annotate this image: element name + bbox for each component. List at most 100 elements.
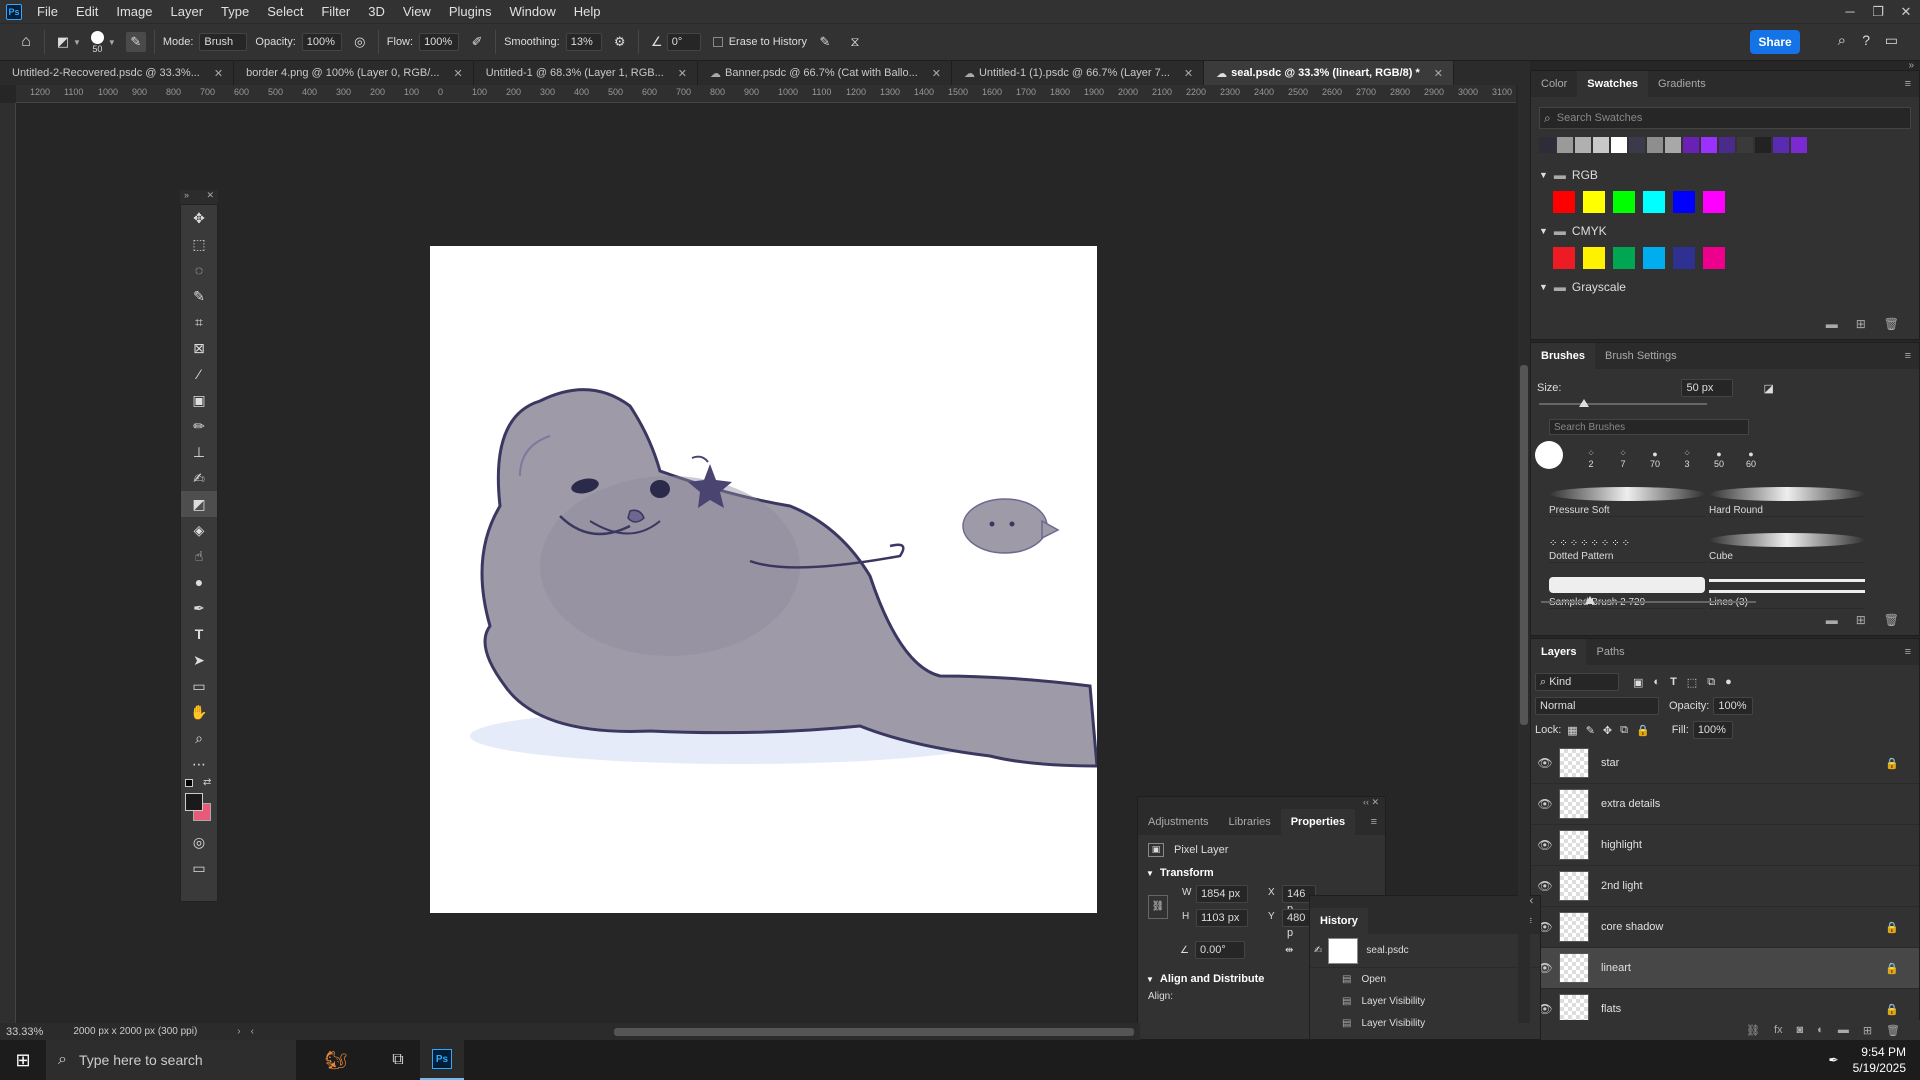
- new-layer-icon[interactable]: ⊞: [1863, 1024, 1872, 1037]
- swatch[interactable]: [1703, 191, 1725, 213]
- eraser-tool-icon[interactable]: ◩: [53, 32, 73, 52]
- filter-type-icon[interactable]: T: [1670, 676, 1677, 688]
- swap-colors-icon[interactable]: ⇄: [203, 777, 211, 788]
- recent-brush[interactable]: ⁘ 7: [1609, 448, 1637, 469]
- zoom-tool-icon[interactable]: ⌕: [181, 725, 217, 751]
- filter-kind-select[interactable]: ⌕ Kind: [1535, 673, 1619, 691]
- move-tool-icon[interactable]: ✥: [181, 205, 217, 231]
- tab-color[interactable]: Color: [1531, 71, 1577, 97]
- gear-icon[interactable]: ⚙: [610, 32, 630, 52]
- menu-3d[interactable]: 3D: [359, 0, 394, 23]
- marquee-tool-icon[interactable]: ⬚: [181, 231, 217, 257]
- tab-libraries[interactable]: Libraries: [1219, 809, 1281, 835]
- filter-smart-object-icon[interactable]: ⧉: [1707, 676, 1715, 689]
- mode-select[interactable]: Brush: [199, 33, 248, 51]
- brush-item[interactable]: Pressure Soft: [1549, 473, 1705, 517]
- dodge-tool-icon[interactable]: ●: [181, 569, 217, 595]
- tab-properties[interactable]: Properties: [1280, 809, 1356, 835]
- swatch[interactable]: [1647, 137, 1663, 153]
- menu-image[interactable]: Image: [107, 0, 161, 23]
- type-tool-icon[interactable]: T: [181, 621, 217, 647]
- recent-brush[interactable]: ● 70: [1641, 449, 1669, 469]
- trash-icon[interactable]: 🗑: [1884, 613, 1899, 627]
- new-group-icon[interactable]: ▬: [1838, 1024, 1849, 1036]
- swatch[interactable]: [1791, 137, 1807, 153]
- eyedropper-tool-icon[interactable]: ⁄: [181, 361, 217, 387]
- new-group-icon[interactable]: ▬: [1826, 317, 1838, 331]
- new-swatch-icon[interactable]: ⊞: [1856, 317, 1866, 331]
- pressure-opacity-icon[interactable]: ◎: [350, 32, 370, 52]
- pressure-size-icon[interactable]: ✎: [815, 32, 835, 52]
- swatch[interactable]: [1643, 191, 1665, 213]
- menu-edit[interactable]: Edit: [67, 0, 107, 23]
- layer-row[interactable]: 👁 star 🔒: [1531, 743, 1919, 784]
- filter-adjustment-icon[interactable]: ◐: [1653, 676, 1660, 688]
- lock-transparent-icon[interactable]: ▦: [1567, 724, 1577, 737]
- tab-brush-settings[interactable]: Brush Settings: [1595, 343, 1687, 369]
- swatch-search[interactable]: ⌕ Search Swatches: [1539, 107, 1911, 129]
- swatch[interactable]: [1719, 137, 1735, 153]
- swatch-search-input[interactable]: Search Swatches: [1557, 112, 1643, 124]
- smudge-tool-icon[interactable]: ☝: [181, 543, 217, 569]
- brush-preset-picker[interactable]: 50: [90, 30, 104, 54]
- healing-brush-tool-icon[interactable]: ▣: [181, 387, 217, 413]
- lasso-tool-icon[interactable]: ◌: [181, 257, 217, 283]
- swatch-group-cmyk[interactable]: ▼ ▬ CMYK: [1531, 221, 1919, 241]
- swatch[interactable]: [1629, 137, 1645, 153]
- layer-row[interactable]: 👁 lineart 🔒: [1531, 948, 1919, 989]
- history-item[interactable]: ▤ Layer Visibility: [1310, 990, 1540, 1012]
- width-field[interactable]: 1854 px: [1196, 885, 1248, 903]
- recent-brush[interactable]: ● 50: [1705, 449, 1733, 469]
- swatch[interactable]: [1583, 247, 1605, 269]
- horizontal-ruler[interactable]: 1200 1100 1000 900 800 700 600 500 400 300 200 100 0…: [16, 85, 1516, 103]
- menu-plugins[interactable]: Plugins: [440, 0, 501, 23]
- close-icon[interactable]: ✕: [678, 67, 687, 80]
- brush-search[interactable]: Search Brushes: [1549, 419, 1749, 435]
- blend-mode-select[interactable]: Normal: [1535, 697, 1659, 715]
- swatch[interactable]: [1643, 247, 1665, 269]
- recent-brush[interactable]: ⁘ 3: [1673, 448, 1701, 469]
- tab-adjustments[interactable]: Adjustments: [1138, 809, 1219, 835]
- filter-pixel-icon[interactable]: ▣: [1633, 676, 1643, 689]
- lock-position-icon[interactable]: ✥: [1603, 724, 1612, 737]
- tab-swatches[interactable]: Swatches: [1577, 71, 1649, 97]
- search-icon[interactable]: ⌕: [1838, 32, 1846, 49]
- swatch[interactable]: [1613, 247, 1635, 269]
- crop-tool-icon[interactable]: ⌗: [181, 309, 217, 335]
- layer-opacity-field[interactable]: 100%: [1713, 697, 1754, 715]
- close-icon[interactable]: ✕: [932, 67, 941, 80]
- doc-tab[interactable]: Untitled-1 @ 68.3% (Layer 1, RGB... ✕: [474, 61, 698, 85]
- slider-handle[interactable]: [1579, 399, 1589, 407]
- swatch[interactable]: [1611, 137, 1627, 153]
- swatch-group-rgb[interactable]: ▼ ▬ RGB: [1531, 165, 1919, 185]
- doc-tab-active[interactable]: ☁ seal.psdc @ 33.3% (lineart, RGB/8) * ✕: [1204, 61, 1454, 85]
- link-icon[interactable]: ⛓: [1746, 1024, 1760, 1037]
- brush-item[interactable]: ⁘⁘⁘⁘⁘⁘⁘⁘ Dotted Pattern: [1549, 519, 1705, 563]
- filter-toggle-icon[interactable]: ●: [1725, 676, 1732, 688]
- flow-field[interactable]: 100%: [419, 33, 460, 51]
- trash-icon[interactable]: 🗑: [1886, 1024, 1900, 1037]
- recent-brush[interactable]: ⁘ 2: [1577, 448, 1605, 469]
- brush-preview-slider[interactable]: [1541, 596, 1756, 604]
- workspace-icon[interactable]: ▭: [1885, 32, 1898, 49]
- swatch[interactable]: [1673, 247, 1695, 269]
- tab-gradients[interactable]: Gradients: [1648, 71, 1716, 97]
- clock[interactable]: 9:54 PM 5/19/2025: [1853, 1044, 1906, 1076]
- filter-shape-icon[interactable]: ⬚: [1687, 676, 1697, 689]
- lock-pixels-icon[interactable]: ✎: [1586, 724, 1595, 737]
- link-icon[interactable]: ⛓: [1148, 895, 1168, 919]
- hand-tool-icon[interactable]: ✋: [181, 699, 217, 725]
- home-icon[interactable]: ⌂: [16, 32, 36, 52]
- eye-icon[interactable]: 👁: [1531, 797, 1559, 811]
- horizontal-scrollbar[interactable]: [613, 1027, 1134, 1036]
- history-item[interactable]: ▤ Layer Visibility: [1310, 1012, 1540, 1034]
- expand-icon[interactable]: »: [184, 190, 189, 204]
- foreground-color-swatch[interactable]: [185, 793, 203, 811]
- paint-bucket-tool-icon[interactable]: ◈: [181, 517, 217, 543]
- slider-handle[interactable]: [1585, 596, 1595, 604]
- swatch[interactable]: [1683, 137, 1699, 153]
- quick-mask-icon[interactable]: ◎: [181, 829, 217, 855]
- vertical-scrollbar[interactable]: [1518, 85, 1530, 1023]
- chevron-down-icon[interactable]: ▼: [73, 38, 81, 47]
- menu-file[interactable]: File: [28, 0, 67, 23]
